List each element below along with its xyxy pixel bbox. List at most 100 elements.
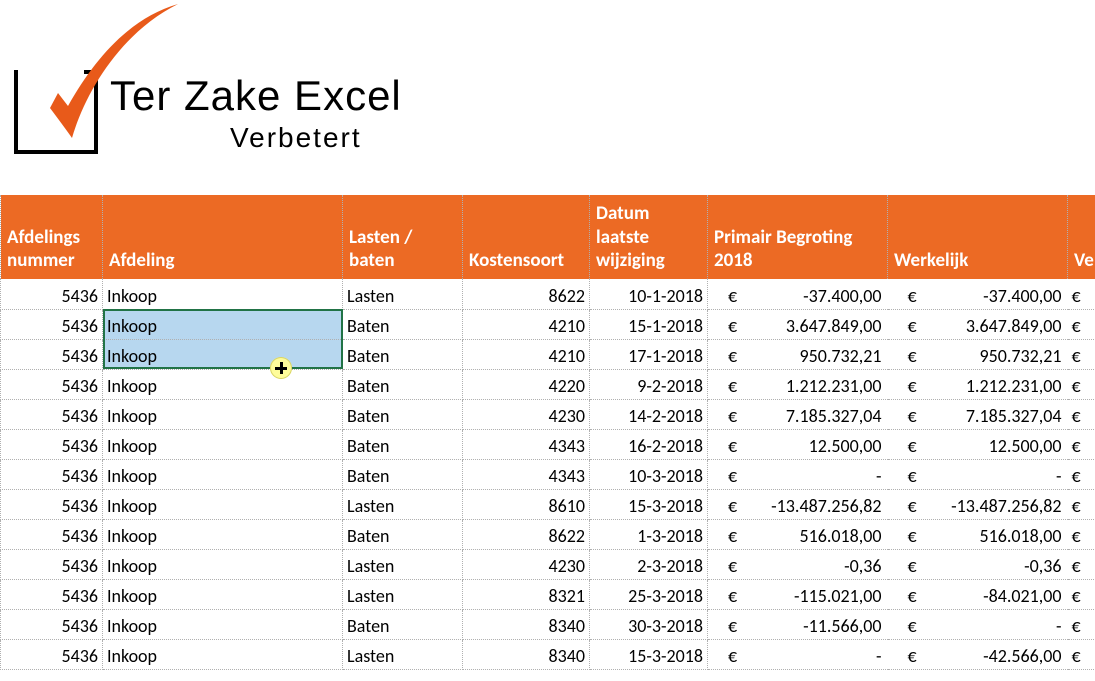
cell-money[interactable]: €1.212.231,00: [888, 369, 1068, 399]
table-row[interactable]: 5436InkoopLasten862210-1-2018€-37.400,00…: [1, 279, 1095, 309]
cell-datum[interactable]: 9-2-2018: [590, 369, 708, 399]
table-row[interactable]: 5436InkoopLasten834015-3-2018€-€-42.566,…: [1, 639, 1095, 669]
cell-money[interactable]: €-11.566,00: [708, 609, 888, 639]
col-header-primair[interactable]: Primair Begroting 2018: [708, 195, 888, 279]
cell-money[interactable]: €-0,36: [708, 549, 888, 579]
col-header-lasten-baten[interactable]: Lasten / baten: [343, 195, 463, 279]
cell-afdeling[interactable]: Inkoop: [103, 579, 343, 609]
cell-datum[interactable]: 14-2-2018: [590, 399, 708, 429]
cell-partial[interactable]: €: [1068, 519, 1095, 549]
cell-kostensoort[interactable]: 4343: [463, 459, 590, 489]
table-header-row[interactable]: Afdelings nummer Afdeling Lasten / baten…: [1, 195, 1095, 279]
cell-afdeling[interactable]: Inkoop: [103, 549, 343, 579]
cell-lasten-baten[interactable]: Baten: [343, 339, 463, 369]
cell-partial[interactable]: €: [1068, 279, 1095, 309]
cell-afdelingsnummer[interactable]: 5436: [1, 309, 103, 339]
cell-datum[interactable]: 17-1-2018: [590, 339, 708, 369]
cell-partial[interactable]: €: [1068, 369, 1095, 399]
table-row[interactable]: 5436InkoopBaten421017-1-2018€950.732,21€…: [1, 339, 1095, 369]
cell-lasten-baten[interactable]: Baten: [343, 519, 463, 549]
cell-kostensoort[interactable]: 8340: [463, 609, 590, 639]
cell-afdelingsnummer[interactable]: 5436: [1, 639, 103, 669]
cell-money[interactable]: €-42.566,00: [888, 639, 1068, 669]
col-header-afdeling[interactable]: Afdeling: [103, 195, 343, 279]
cell-money[interactable]: €-: [708, 639, 888, 669]
cell-datum[interactable]: 2-3-2018: [590, 549, 708, 579]
cell-money[interactable]: €3.647.849,00: [708, 309, 888, 339]
cell-money[interactable]: €-37.400,00: [708, 279, 888, 309]
cell-afdeling[interactable]: Inkoop: [103, 279, 343, 309]
cell-partial[interactable]: €: [1068, 459, 1095, 489]
cell-money[interactable]: €1.212.231,00: [708, 369, 888, 399]
cell-kostensoort[interactable]: 4210: [463, 309, 590, 339]
cell-afdelingsnummer[interactable]: 5436: [1, 339, 103, 369]
table-row[interactable]: 5436InkoopLasten861015-3-2018€-13.487.25…: [1, 489, 1095, 519]
cell-afdelingsnummer[interactable]: 5436: [1, 519, 103, 549]
cell-money[interactable]: €516.018,00: [888, 519, 1068, 549]
cell-money[interactable]: €950.732,21: [888, 339, 1068, 369]
cell-partial[interactable]: €: [1068, 639, 1095, 669]
cell-kostensoort[interactable]: 4230: [463, 549, 590, 579]
table-row[interactable]: 5436InkoopLasten832125-3-2018€-115.021,0…: [1, 579, 1095, 609]
cell-datum[interactable]: 1-3-2018: [590, 519, 708, 549]
cell-partial[interactable]: €: [1068, 339, 1095, 369]
table-row[interactable]: 5436InkoopBaten434316-2-2018€12.500,00€1…: [1, 429, 1095, 459]
cell-lasten-baten[interactable]: Baten: [343, 459, 463, 489]
cell-kostensoort[interactable]: 8622: [463, 519, 590, 549]
col-header-kostensoort[interactable]: Kostensoort: [463, 195, 590, 279]
cell-lasten-baten[interactable]: Lasten: [343, 549, 463, 579]
cell-afdeling[interactable]: Inkoop: [103, 489, 343, 519]
cell-afdelingsnummer[interactable]: 5436: [1, 489, 103, 519]
cell-lasten-baten[interactable]: Baten: [343, 399, 463, 429]
cell-money[interactable]: €-84.021,00: [888, 579, 1068, 609]
cell-afdeling[interactable]: Inkoop: [103, 339, 343, 369]
cell-afdelingsnummer[interactable]: 5436: [1, 369, 103, 399]
cell-lasten-baten[interactable]: Lasten: [343, 639, 463, 669]
cell-afdelingsnummer[interactable]: 5436: [1, 429, 103, 459]
cell-money[interactable]: €12.500,00: [708, 429, 888, 459]
cell-money[interactable]: €7.185.327,04: [888, 399, 1068, 429]
cell-afdelingsnummer[interactable]: 5436: [1, 279, 103, 309]
cell-partial[interactable]: €: [1068, 549, 1095, 579]
col-header-datum[interactable]: Datum laatste wijziging: [590, 195, 708, 279]
cell-lasten-baten[interactable]: Baten: [343, 309, 463, 339]
cell-lasten-baten[interactable]: Baten: [343, 429, 463, 459]
cell-datum[interactable]: 15-1-2018: [590, 309, 708, 339]
cell-money[interactable]: €-0,36: [888, 549, 1068, 579]
cell-kostensoort[interactable]: 4343: [463, 429, 590, 459]
cell-money[interactable]: €3.647.849,00: [888, 309, 1068, 339]
cell-kostensoort[interactable]: 8321: [463, 579, 590, 609]
cell-afdelingsnummer[interactable]: 5436: [1, 549, 103, 579]
cell-afdeling[interactable]: Inkoop: [103, 639, 343, 669]
cell-afdeling[interactable]: Inkoop: [103, 399, 343, 429]
cell-datum[interactable]: 15-3-2018: [590, 639, 708, 669]
table-row[interactable]: 5436InkoopBaten42209-2-2018€1.212.231,00…: [1, 369, 1095, 399]
cell-kostensoort[interactable]: 4220: [463, 369, 590, 399]
cell-kostensoort[interactable]: 4230: [463, 399, 590, 429]
cell-lasten-baten[interactable]: Lasten: [343, 279, 463, 309]
cell-afdelingsnummer[interactable]: 5436: [1, 399, 103, 429]
cell-money[interactable]: €-: [888, 459, 1068, 489]
table-row[interactable]: 5436InkoopLasten42302-3-2018€-0,36€-0,36…: [1, 549, 1095, 579]
cell-money[interactable]: €516.018,00: [708, 519, 888, 549]
cell-kostensoort[interactable]: 8610: [463, 489, 590, 519]
cell-afdeling[interactable]: Inkoop: [103, 519, 343, 549]
cell-kostensoort[interactable]: 8622: [463, 279, 590, 309]
data-table[interactable]: Afdelings nummer Afdeling Lasten / baten…: [0, 195, 1095, 670]
cell-afdeling[interactable]: Inkoop: [103, 309, 343, 339]
col-header-partial[interactable]: Ve: [1068, 195, 1095, 279]
cell-partial[interactable]: €: [1068, 429, 1095, 459]
cell-afdelingsnummer[interactable]: 5436: [1, 459, 103, 489]
cell-money[interactable]: €-: [708, 459, 888, 489]
table-row[interactable]: 5436InkoopBaten434310-3-2018€-€-€: [1, 459, 1095, 489]
cell-datum[interactable]: 25-3-2018: [590, 579, 708, 609]
cell-partial[interactable]: €: [1068, 579, 1095, 609]
cell-lasten-baten[interactable]: Baten: [343, 369, 463, 399]
cell-datum[interactable]: 16-2-2018: [590, 429, 708, 459]
cell-money[interactable]: €-115.021,00: [708, 579, 888, 609]
cell-datum[interactable]: 15-3-2018: [590, 489, 708, 519]
cell-money[interactable]: €-13.487.256,82: [888, 489, 1068, 519]
cell-afdeling[interactable]: Inkoop: [103, 429, 343, 459]
cell-money[interactable]: €950.732,21: [708, 339, 888, 369]
cell-money[interactable]: €-13.487.256,82: [708, 489, 888, 519]
